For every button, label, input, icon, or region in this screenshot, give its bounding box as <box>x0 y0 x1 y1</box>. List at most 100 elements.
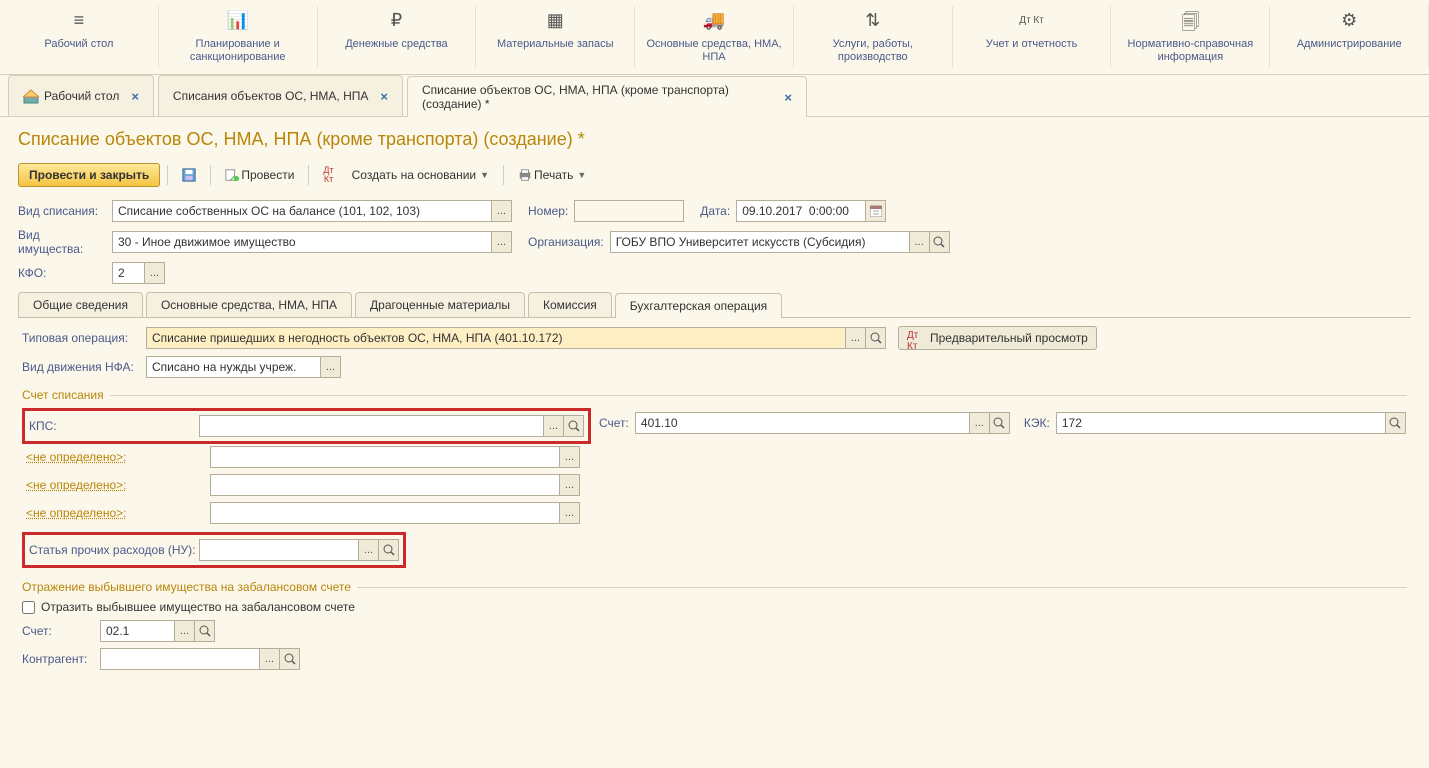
subtabs: Общие сведения Основные средства, НМА, Н… <box>18 292 1411 318</box>
tip-op-input[interactable] <box>146 327 846 349</box>
label-data: Дата: <box>700 204 730 218</box>
label-kek: КЭК: <box>1024 416 1050 430</box>
zschet-input[interactable] <box>100 620 175 642</box>
schet-input[interactable] <box>635 412 970 434</box>
nav-admin[interactable]: ⚙ Администрирование <box>1270 6 1429 68</box>
select-button[interactable]: ... <box>321 356 341 378</box>
search-button[interactable] <box>866 327 886 349</box>
open-tabs: Рабочий стол × Списания объектов ОС, НМА… <box>0 75 1429 117</box>
grid-icon: ▦ <box>484 10 626 32</box>
nd2-input[interactable] <box>210 474 560 496</box>
select-button[interactable]: ... <box>560 446 580 468</box>
dtkt-icon: Дт Кт <box>961 10 1103 32</box>
toolbar: Провести и закрыть Провести ДтКт Создать… <box>18 162 1411 188</box>
nd1-input[interactable] <box>210 446 560 468</box>
label-vid-spisania: Вид списания: <box>18 204 106 218</box>
page-title: Списание объектов ОС, НМА, НПА (кроме тр… <box>18 129 1411 150</box>
label-statya: Статья прочих расходов (НУ): <box>29 543 199 557</box>
docs-icon: 🗐 <box>1119 10 1261 32</box>
label-zschet: Счет: <box>22 624 94 638</box>
nd3-input[interactable] <box>210 502 560 524</box>
label-vid-imush: Вид имущества: <box>18 228 106 256</box>
select-button[interactable]: ... <box>260 648 280 670</box>
label-tip-op: Типовая операция: <box>22 331 140 345</box>
nav-reference[interactable]: 🗐 Нормативно-справочная информация <box>1111 6 1270 68</box>
label-nd2: <не определено>: <box>26 478 204 492</box>
vid-spisania-input[interactable] <box>112 200 492 222</box>
label-org: Организация: <box>528 235 604 249</box>
tab-writeoff-create[interactable]: Списание объектов ОС, НМА, НПА (кроме тр… <box>407 76 807 117</box>
post-button[interactable]: Провести <box>218 164 301 186</box>
search-button[interactable] <box>280 648 300 670</box>
label-nd3: <не определено>: <box>26 506 204 520</box>
close-icon[interactable]: × <box>131 89 139 104</box>
chevron-down-icon: ▼ <box>480 170 489 180</box>
arrows-icon: ⇅ <box>802 10 944 32</box>
org-input[interactable] <box>610 231 910 253</box>
top-navigation: ≡ Рабочий стол 📊 Планирование и санкцион… <box>0 0 1429 75</box>
create-based-button[interactable]: Создать на основании ▼ <box>345 164 496 186</box>
close-icon[interactable]: × <box>784 90 792 105</box>
select-button[interactable]: ... <box>846 327 866 349</box>
label-kontragent: Контрагент: <box>22 652 94 666</box>
label-kps: КПС: <box>29 419 199 433</box>
label-schet: Счет: <box>599 416 629 430</box>
select-button[interactable]: ... <box>970 412 990 434</box>
label-vid-dvizh: Вид движения НФА: <box>22 360 140 374</box>
preview-button[interactable]: ДтКт Предварительный просмотр <box>898 326 1097 350</box>
gear-icon: ⚙ <box>1278 10 1420 32</box>
select-button[interactable]: ... <box>175 620 195 642</box>
kfo-input[interactable] <box>112 262 145 284</box>
select-button[interactable]: ... <box>359 539 379 561</box>
highlight-kps: КПС: ... <box>22 408 591 444</box>
subtab-general[interactable]: Общие сведения <box>18 292 143 317</box>
select-button[interactable]: ... <box>560 474 580 496</box>
nav-desktop[interactable]: ≡ Рабочий стол <box>0 6 159 68</box>
subtab-operation[interactable]: Бухгалтерская операция <box>615 293 782 318</box>
calendar-button[interactable] <box>866 200 886 222</box>
kek-input[interactable] <box>1056 412 1386 434</box>
select-button[interactable]: ... <box>910 231 930 253</box>
save-button[interactable] <box>175 164 203 186</box>
nav-materials[interactable]: ▦ Материальные запасы <box>476 6 635 68</box>
select-button[interactable]: ... <box>492 200 512 222</box>
subtab-metals[interactable]: Драгоценные материалы <box>355 292 525 317</box>
nav-money[interactable]: ₽ Денежные средства <box>318 6 477 68</box>
nav-assets[interactable]: 🚚 Основные средства, НМА, НПА <box>635 6 794 68</box>
vid-dvizh-input[interactable] <box>146 356 321 378</box>
nomer-input[interactable] <box>574 200 684 222</box>
subtab-committee[interactable]: Комиссия <box>528 292 612 317</box>
kps-input[interactable] <box>199 415 544 437</box>
search-button[interactable] <box>195 620 215 642</box>
select-button[interactable]: ... <box>544 415 564 437</box>
chevron-down-icon: ▼ <box>577 170 586 180</box>
tab-desktop[interactable]: Рабочий стол × <box>8 75 154 116</box>
vid-imush-input[interactable] <box>112 231 492 253</box>
data-input[interactable] <box>736 200 866 222</box>
zabalans-checkbox[interactable] <box>22 601 35 614</box>
kontragent-input[interactable] <box>100 648 260 670</box>
statya-input[interactable] <box>199 539 359 561</box>
tab-writeoffs-list[interactable]: Списания объектов ОС, НМА, НПА × <box>158 75 403 116</box>
select-button[interactable]: ... <box>492 231 512 253</box>
dtkt-button[interactable]: ДтКт <box>316 162 340 188</box>
search-button[interactable] <box>564 415 584 437</box>
chart-icon: 📊 <box>167 10 309 32</box>
select-button[interactable]: ... <box>145 262 165 284</box>
subtab-os[interactable]: Основные средства, НМА, НПА <box>146 292 352 317</box>
nav-accounting[interactable]: Дт Кт Учет и отчетность <box>953 6 1112 68</box>
nav-planning[interactable]: 📊 Планирование и санкционирование <box>159 6 318 68</box>
select-button[interactable]: ... <box>560 502 580 524</box>
search-button[interactable] <box>379 539 399 561</box>
truck-icon: 🚚 <box>643 10 785 32</box>
search-button[interactable] <box>1386 412 1406 434</box>
print-button[interactable]: Печать ▼ <box>511 164 593 186</box>
search-button[interactable] <box>930 231 950 253</box>
page-content: Списание объектов ОС, НМА, НПА (кроме тр… <box>0 117 1429 696</box>
search-button[interactable] <box>990 412 1010 434</box>
close-icon[interactable]: × <box>380 89 388 104</box>
nav-services[interactable]: ⇅ Услуги, работы, производство <box>794 6 953 68</box>
label-nomer: Номер: <box>528 204 568 218</box>
fieldset-zabalans: Отражение выбывшего имущества на забалан… <box>22 580 1407 594</box>
post-and-close-button[interactable]: Провести и закрыть <box>18 163 160 187</box>
